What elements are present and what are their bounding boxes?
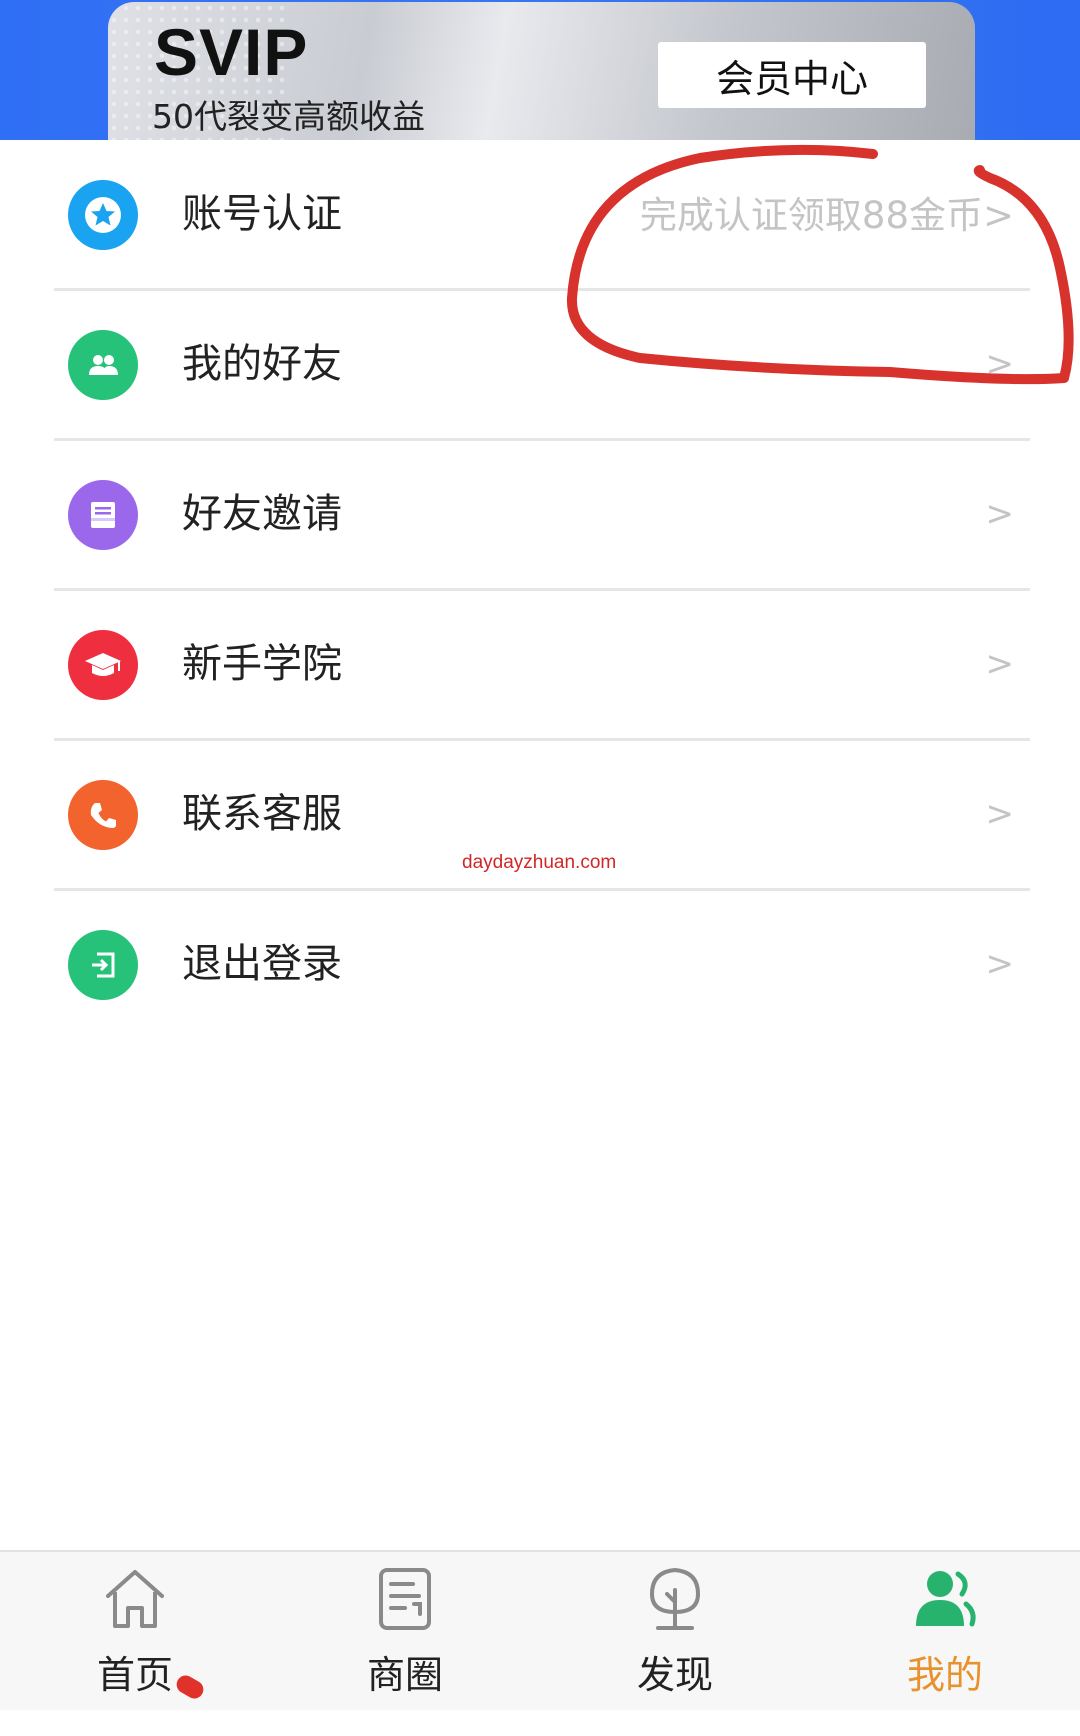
svip-title: SVIP <box>154 15 309 89</box>
profile-page: SVIP 50代裂变高额收益 会员中心 账号认证 完成认证领取88金币> 我的好… <box>0 0 1080 1736</box>
tab-label: 商圈 <box>366 1653 443 1697</box>
bottom-tab-bar: 首页 商圈 发现 我的 <box>0 1550 1080 1710</box>
menu-item-account-verification[interactable]: 账号认证 完成认证领取88金币> <box>54 140 1030 291</box>
user-profile-icon <box>916 1571 976 1627</box>
member-center-button[interactable]: 会员中心 <box>658 42 926 108</box>
chevron-right-icon: > <box>985 644 1015 684</box>
phone-icon <box>68 780 138 850</box>
menu-item-label: 联系客服 <box>182 791 342 837</box>
document-icon <box>379 1568 431 1630</box>
tab-business-circle[interactable]: 商圈 <box>270 1552 540 1710</box>
tree-icon <box>649 1567 701 1630</box>
invite-card-icon <box>68 480 138 550</box>
watermark-text: daydayzhuan.com <box>462 852 617 873</box>
svip-subtitle: 50代裂变高额收益 <box>152 97 425 136</box>
menu-item-label: 好友邀请 <box>182 491 342 537</box>
tab-label: 首页 <box>96 1653 173 1697</box>
menu-item-invite-friends[interactable]: 好友邀请 > <box>54 440 1030 591</box>
chevron-right-icon: > <box>985 344 1015 384</box>
tab-home[interactable]: 首页 <box>0 1552 270 1710</box>
tab-discover[interactable]: 发现 <box>540 1552 810 1710</box>
chevron-right-icon: > <box>985 494 1015 534</box>
logout-icon <box>68 930 138 1000</box>
tab-label: 发现 <box>636 1653 713 1697</box>
graduation-cap-icon <box>68 630 138 700</box>
verification-reward-hint[interactable]: 完成认证领取88金币> <box>640 188 1014 244</box>
friends-icon <box>68 330 138 400</box>
menu-item-label: 退出登录 <box>182 941 342 987</box>
chevron-right-icon: > <box>985 944 1015 984</box>
menu-item-label: 我的好友 <box>182 341 342 387</box>
tab-label: 我的 <box>906 1653 983 1697</box>
menu-item-my-friends[interactable]: 我的好友 > <box>54 290 1030 441</box>
menu-item-label: 新手学院 <box>182 641 342 687</box>
menu-item-newbie-academy[interactable]: 新手学院 > <box>54 590 1030 741</box>
star-badge-icon <box>68 180 138 250</box>
home-icon <box>106 1570 164 1628</box>
svip-banner[interactable]: SVIP 50代裂变高额收益 会员中心 <box>108 2 975 140</box>
tab-mine[interactable]: 我的 <box>810 1552 1080 1710</box>
menu-item-logout[interactable]: 退出登录 > <box>54 890 1030 1038</box>
menu-item-label: 账号认证 <box>182 191 342 237</box>
chevron-right-icon: > <box>985 794 1015 834</box>
